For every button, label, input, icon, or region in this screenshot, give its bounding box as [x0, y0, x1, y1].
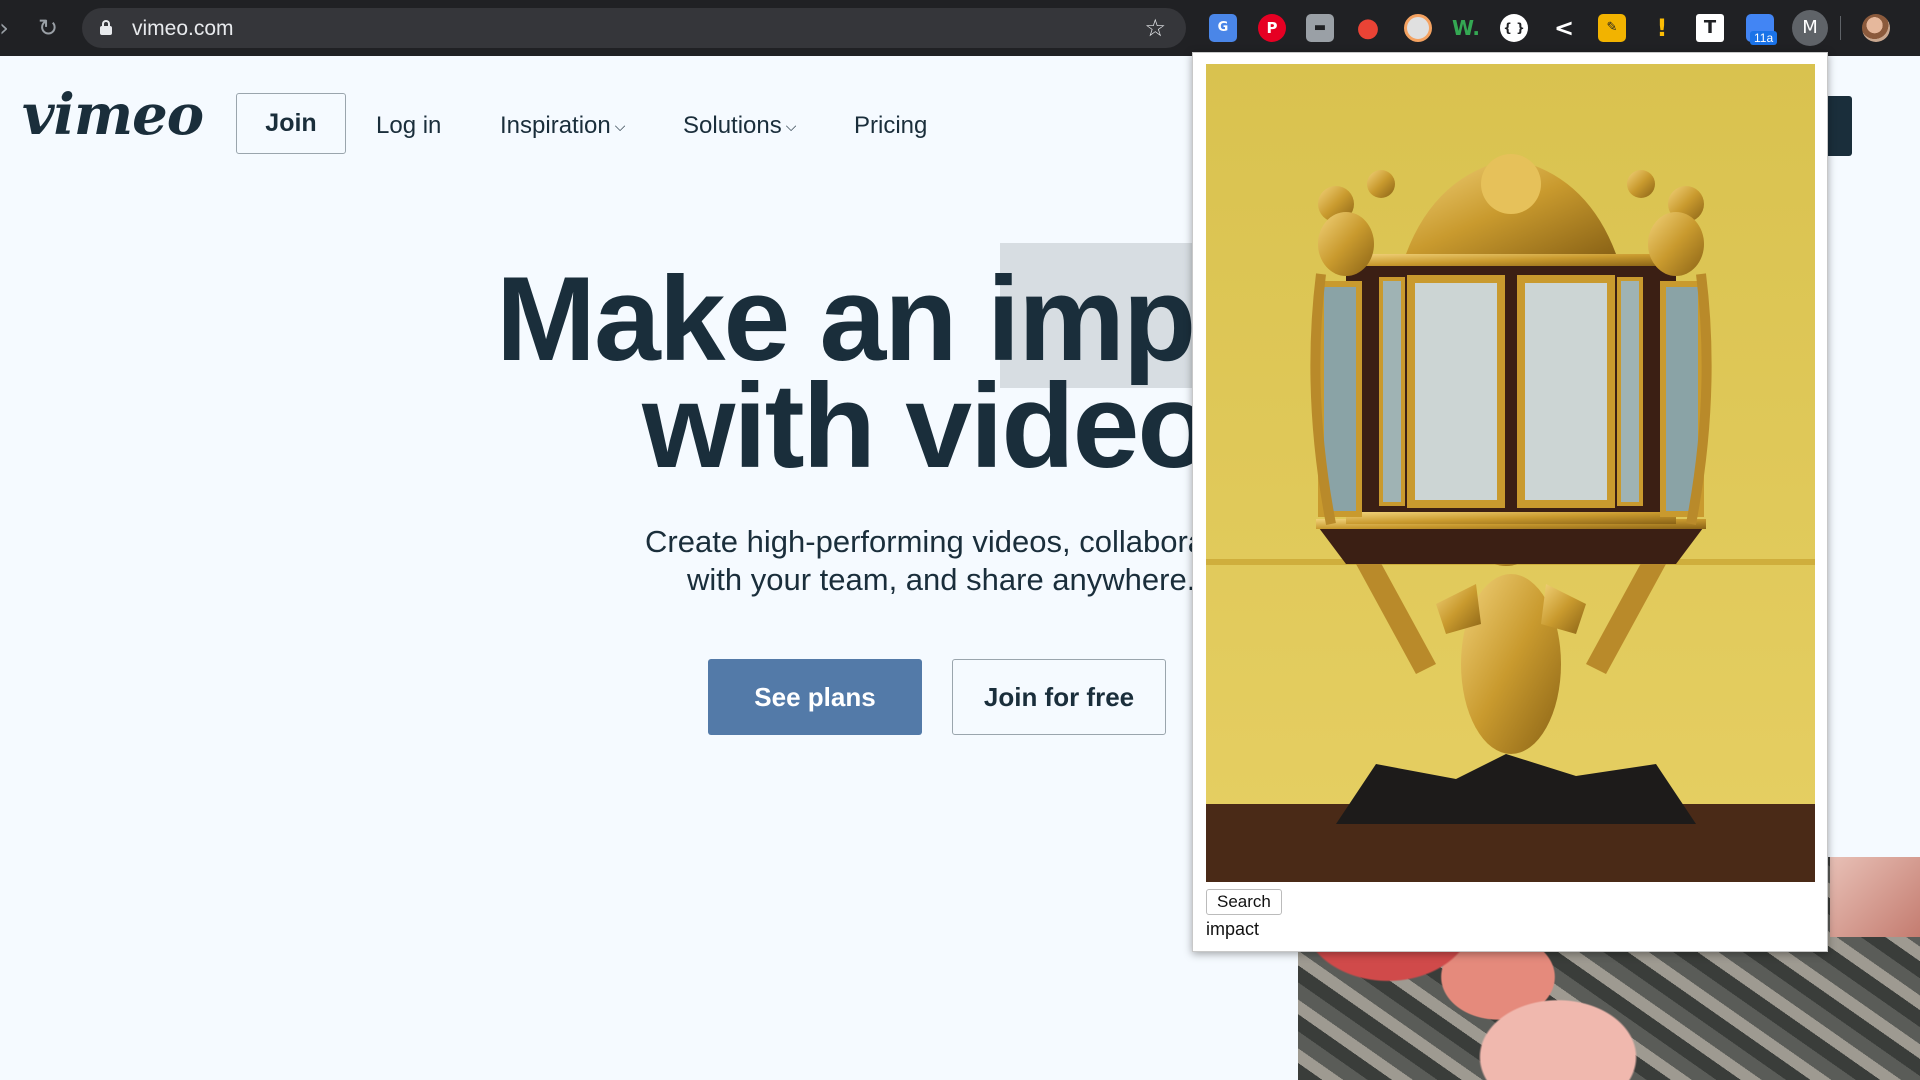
- hero-image-detail: [1830, 857, 1920, 937]
- warning-triangle-icon[interactable]: !: [1648, 14, 1676, 42]
- gilded-cabinet-illustration: [1206, 64, 1815, 882]
- join-for-free-button[interactable]: Join for free: [952, 659, 1166, 735]
- grammar-w-icon[interactable]: W.: [1452, 14, 1480, 42]
- m-extension-icon[interactable]: M: [1792, 10, 1828, 46]
- inspiration-menu[interactable]: Inspiration ⌵: [500, 112, 625, 140]
- inspiration-label: Inspiration: [500, 112, 611, 139]
- image-search-icon[interactable]: [1404, 14, 1432, 42]
- solutions-menu[interactable]: Solutions ⌵: [683, 112, 796, 140]
- dashlane-icon[interactable]: ▬: [1306, 14, 1334, 42]
- browser-toolbar: › ↻ vimeo.com ☆ G P ▬ ● W. { } < ✎ ! T 1…: [0, 0, 1920, 56]
- solutions-label: Solutions: [683, 112, 782, 139]
- extension-popup: Search impact: [1192, 52, 1828, 952]
- circle-brackets-icon[interactable]: { }: [1500, 14, 1528, 42]
- vimeo-logo[interactable]: vimeo: [22, 82, 204, 148]
- popup-artwork-image: [1206, 64, 1815, 882]
- pen-icon[interactable]: ✎: [1598, 14, 1626, 42]
- hero-subtitle-line1: Create high-performing videos, collabora: [645, 524, 1206, 559]
- search-query-text: impact: [1206, 919, 1260, 939]
- login-link[interactable]: Log in: [376, 112, 441, 140]
- pinterest-icon[interactable]: P: [1258, 14, 1286, 42]
- forward-arrow-icon[interactable]: ›: [0, 14, 18, 42]
- star-icon[interactable]: ☆: [1144, 14, 1166, 42]
- maps-pin-icon[interactable]: ●: [1356, 14, 1380, 42]
- reload-icon[interactable]: ↻: [34, 14, 62, 42]
- toolbar-divider: [1840, 16, 1841, 40]
- hero-subtitle-line2: with your team, and share anywhere.: [687, 562, 1196, 597]
- chevron-down-icon: ⌵: [785, 118, 797, 134]
- back-chevron-icon[interactable]: <: [1550, 14, 1578, 42]
- see-plans-button[interactable]: See plans: [708, 659, 922, 735]
- url-text[interactable]: vimeo.com: [132, 17, 234, 41]
- calendar-badge: 11a: [1750, 31, 1778, 45]
- pricing-link[interactable]: Pricing: [854, 112, 927, 140]
- chevron-down-icon: ⌵: [614, 118, 626, 134]
- search-button[interactable]: Search: [1206, 889, 1282, 915]
- profile-avatar[interactable]: [1862, 14, 1890, 42]
- join-button[interactable]: Join: [236, 93, 346, 154]
- lock-icon[interactable]: [100, 20, 112, 35]
- google-translate-icon[interactable]: G: [1209, 14, 1237, 42]
- address-bar[interactable]: vimeo.com ☆: [82, 8, 1186, 48]
- text-t-icon[interactable]: T: [1696, 14, 1724, 42]
